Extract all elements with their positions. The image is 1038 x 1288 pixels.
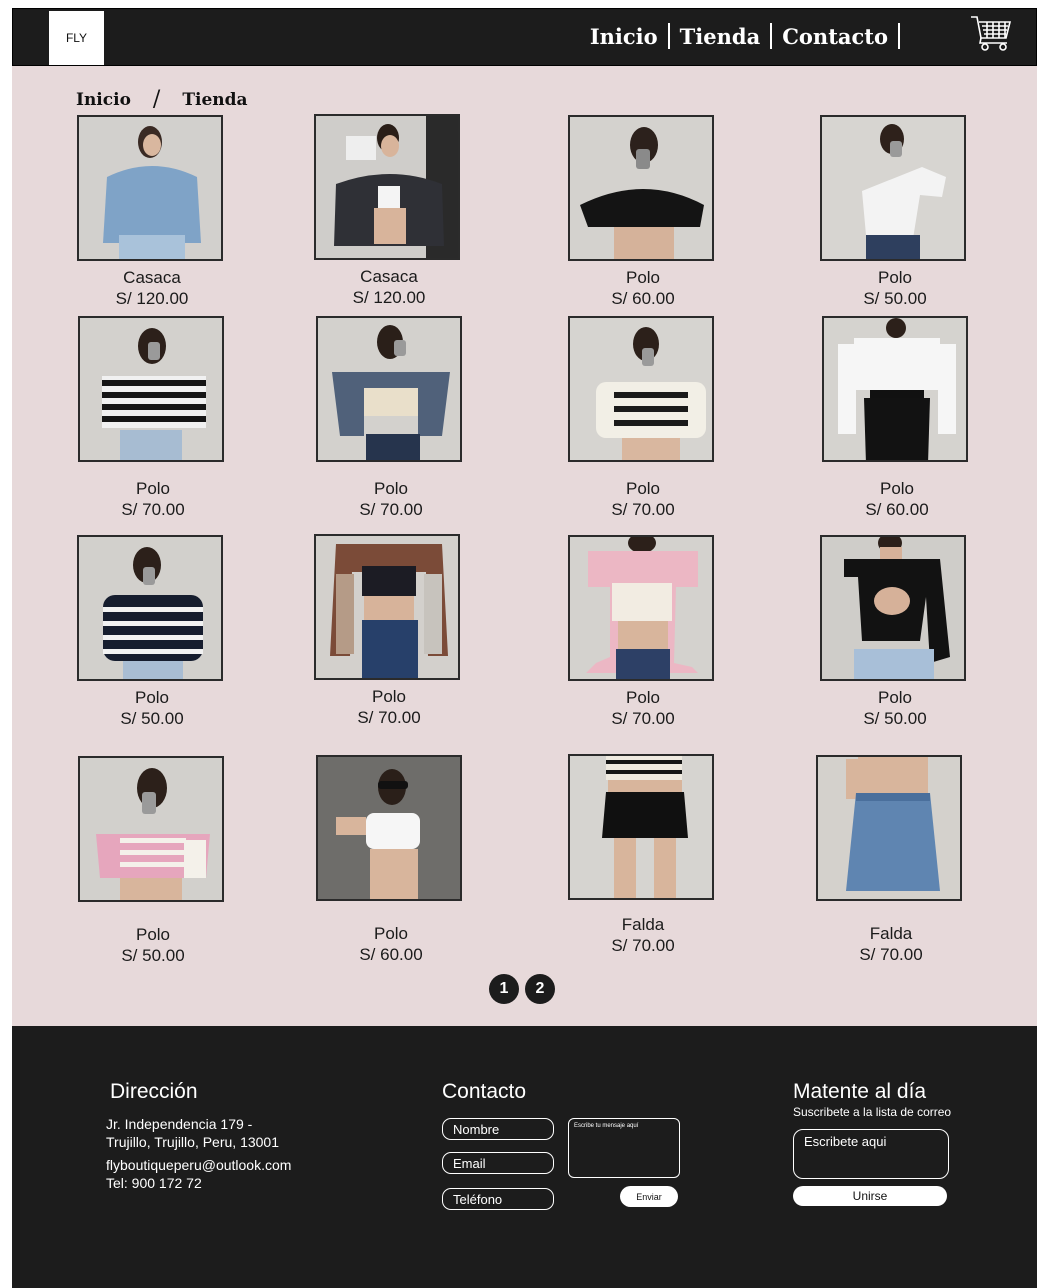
send-button[interactable]: Enviar [620, 1186, 678, 1207]
breadcrumb-home[interactable]: Inicio [76, 90, 131, 110]
product-price: S/ 50.00 [863, 709, 927, 728]
product-card[interactable]: Casaca S/ 120.00 [77, 115, 227, 309]
address-line-2: Trujillo, Trujillo, Peru, 13001 [106, 1134, 280, 1150]
name-input[interactable]: Nombre [442, 1118, 554, 1140]
product-name: Casaca [123, 268, 181, 287]
pagination: 1 2 [489, 974, 555, 1004]
product-card[interactable]: Polo S/ 70.00 [314, 534, 464, 728]
page-2-button[interactable]: 2 [525, 974, 555, 1004]
nav-tienda[interactable]: Tienda [670, 24, 771, 49]
product-card[interactable]: Polo S/ 70.00 [78, 316, 228, 520]
product-image[interactable] [316, 755, 462, 901]
product-name: Polo [371, 687, 407, 706]
breadcrumb-current: Tienda [182, 89, 248, 110]
product-image[interactable] [568, 115, 714, 261]
product-image[interactable] [314, 534, 460, 680]
product-name: Polo [625, 479, 661, 498]
product-price: S/ 120.00 [115, 289, 189, 308]
product-card[interactable]: Polo S/ 60.00 [568, 115, 718, 309]
product-price: S/ 70.00 [121, 500, 185, 519]
contact-heading: Contacto [442, 1080, 527, 1103]
product-image[interactable] [78, 756, 224, 902]
product-price: S/ 60.00 [611, 289, 675, 308]
nav-divider [898, 23, 900, 49]
site-footer: Dirección Jr. Independencia 179 - Trujil… [12, 1026, 1037, 1288]
product-image[interactable] [568, 535, 714, 681]
product-image[interactable] [314, 114, 460, 260]
product-name: Falda [869, 924, 913, 943]
logo[interactable]: FLY [49, 11, 104, 65]
product-image[interactable] [568, 754, 714, 900]
product-name: Casaca [360, 267, 418, 286]
product-name: Polo [373, 479, 409, 498]
newsletter-heading: Matente al día [793, 1080, 927, 1103]
product-name: Falda [621, 915, 665, 934]
top-header: FLY Inicio Tienda Contacto [12, 8, 1037, 66]
product-name: Polo [625, 688, 661, 707]
product-price: S/ 50.00 [863, 289, 927, 308]
product-image[interactable] [78, 316, 224, 462]
product-price: S/ 120.00 [352, 288, 426, 307]
product-price: S/ 70.00 [357, 708, 421, 727]
product-name: Polo [879, 479, 915, 498]
contact-phone: Tel: 900 172 72 [106, 1175, 202, 1191]
product-image[interactable] [816, 755, 962, 901]
message-textarea[interactable]: Escribe tu mensaje aquí [568, 1118, 680, 1178]
product-image[interactable] [820, 535, 966, 681]
product-image[interactable] [77, 115, 223, 261]
product-image[interactable] [822, 316, 968, 462]
product-card[interactable]: Polo S/ 70.00 [568, 316, 718, 520]
product-name: Polo [135, 925, 171, 944]
product-price: S/ 70.00 [611, 500, 675, 519]
newsletter-subheading: Suscribete a la lista de correo [793, 1105, 952, 1119]
product-name: Polo [373, 924, 409, 943]
product-card[interactable]: Casaca S/ 120.00 [314, 114, 464, 308]
product-price: S/ 60.00 [359, 945, 423, 964]
product-card[interactable]: Polo S/ 60.00 [822, 316, 972, 520]
product-card[interactable]: Polo S/ 50.00 [820, 535, 970, 729]
main-nav: Inicio Tienda Contacto [580, 23, 900, 49]
product-image[interactable] [316, 316, 462, 462]
product-price: S/ 70.00 [359, 500, 423, 519]
product-name: Polo [625, 268, 661, 287]
product-card[interactable]: Polo S/ 50.00 [78, 756, 228, 966]
contact-email[interactable]: flyboutiqueperu@outlook.com [106, 1156, 291, 1174]
product-price: S/ 60.00 [865, 500, 929, 519]
email-input[interactable]: Email [442, 1152, 554, 1174]
product-image[interactable] [820, 115, 966, 261]
product-price: S/ 70.00 [859, 945, 923, 964]
page-frame: FLY Inicio Tienda Contacto Inicio / Tien [12, 8, 1037, 1288]
product-name: Polo [134, 688, 170, 707]
product-card[interactable]: Polo S/ 50.00 [820, 115, 970, 309]
nav-contacto[interactable]: Contacto [772, 24, 898, 49]
product-name: Polo [135, 479, 171, 498]
product-card[interactable]: Polo S/ 70.00 [316, 316, 466, 520]
product-image[interactable] [77, 535, 223, 681]
product-price: S/ 50.00 [121, 946, 185, 965]
product-card[interactable]: Polo S/ 60.00 [316, 755, 466, 965]
product-price: S/ 70.00 [611, 936, 675, 955]
breadcrumb-separator: / [152, 87, 161, 112]
product-price: S/ 70.00 [611, 709, 675, 728]
page-1-button[interactable]: 1 [489, 974, 519, 1004]
address-line-1: Jr. Independencia 179 - [106, 1116, 253, 1132]
address-heading: Dirección [110, 1080, 198, 1103]
product-card[interactable]: Falda S/ 70.00 [568, 754, 718, 956]
phone-input[interactable]: Teléfono [442, 1188, 554, 1210]
product-image[interactable] [568, 316, 714, 462]
product-name: Polo [877, 688, 913, 707]
product-price: S/ 50.00 [120, 709, 184, 728]
product-card[interactable]: Polo S/ 50.00 [77, 535, 227, 729]
join-button[interactable]: Unirse [793, 1186, 947, 1206]
product-card[interactable]: Falda S/ 70.00 [816, 755, 966, 965]
product-name: Polo [877, 268, 913, 287]
shop-content: Inicio / Tienda Casaca S/ 120.00 Casaca … [12, 66, 1037, 1026]
nav-inicio[interactable]: Inicio [580, 24, 668, 49]
breadcrumb: Inicio / Tienda [76, 87, 248, 112]
shopping-cart-icon[interactable] [970, 14, 1012, 52]
product-card[interactable]: Polo S/ 70.00 [568, 535, 718, 729]
newsletter-input[interactable]: Escribete aqui [793, 1129, 949, 1179]
